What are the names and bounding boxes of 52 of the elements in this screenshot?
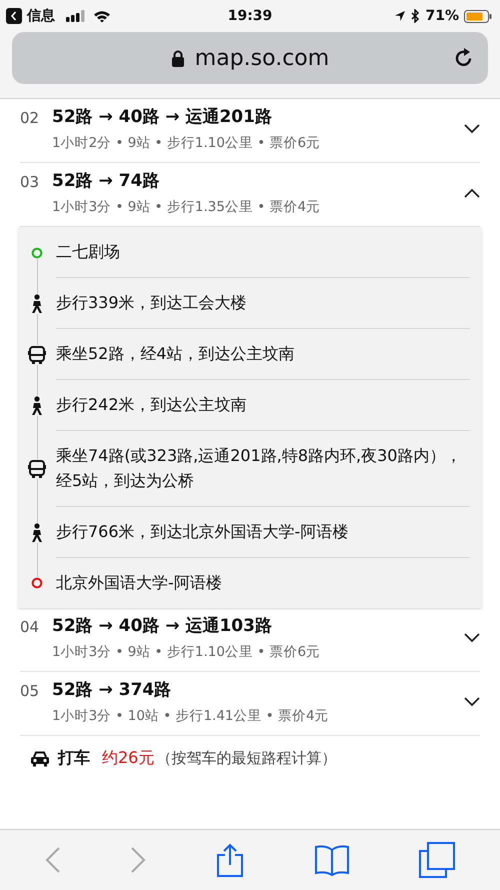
wifi-icon	[93, 10, 111, 22]
chevron-down-icon[interactable]	[464, 632, 480, 642]
route-number: 05	[20, 681, 40, 700]
step-text: 乘坐74路(或323路,运通201路,特8路内环,夜30路内），经5站，到达为公桥	[56, 446, 462, 490]
bus-icon	[27, 344, 47, 364]
address-bar[interactable]: map.so.com	[12, 32, 488, 84]
reload-icon[interactable]	[454, 47, 474, 69]
url-text: map.so.com	[194, 46, 330, 70]
taxi-note: （按驾车的最短路程计算）	[156, 749, 336, 768]
route-summary: 1小时3分 • 9站 • 步行1.35公里 • 票价4元	[52, 198, 322, 216]
end-point-icon	[31, 577, 43, 589]
battery-icon	[464, 10, 492, 22]
route-title: 52路 → 40路 → 运通103路	[52, 615, 273, 637]
step-text: 步行766米，到达北京外国语大学-阿语楼	[56, 522, 348, 541]
taxi-price: 约26元	[102, 748, 154, 769]
route-summary: 1小时2分 • 9站 • 步行1.10公里 • 票价6元	[52, 134, 322, 152]
step-text: 二七剧场	[56, 242, 120, 261]
battery-percent: 71%	[425, 8, 459, 24]
walking-person-icon	[29, 522, 45, 542]
step-text: 步行242米，到达公主坟南	[56, 395, 247, 414]
back-app-label[interactable]: 信息	[27, 7, 55, 25]
bus-icon	[27, 459, 47, 479]
clock-time: 19:39	[228, 8, 272, 24]
bluetooth-icon	[411, 9, 420, 23]
walking-person-icon	[29, 294, 45, 314]
route-number: 02	[20, 108, 40, 127]
tabs-icon[interactable]	[419, 842, 456, 878]
book-icon[interactable]	[314, 844, 350, 876]
chevron-down-icon[interactable]	[464, 124, 480, 134]
step-text: 北京外国语大学-阿语楼	[56, 573, 222, 592]
back-app-icon[interactable]	[6, 8, 22, 24]
route-item[interactable]: 02 52路 → 40路 → 运通201路 1小时2分 • 9站 • 步行1.10公里 • 票价6元	[20, 99, 480, 163]
route-summary: 1小时3分 • 10站 • 步行1.41公里 • 票价4元	[52, 707, 330, 725]
route-summary: 1小时3分 • 9站 • 步行1.10公里 • 票价6元	[52, 643, 322, 661]
car-icon	[30, 750, 50, 766]
route-title: 52路 → 74路	[52, 170, 160, 192]
taxi-label: 打车	[58, 748, 90, 769]
start-point-icon	[31, 246, 43, 258]
chevron-up-icon[interactable]	[464, 188, 480, 198]
location-arrow-icon	[394, 10, 406, 22]
route-item[interactable]: 04 52路 → 40路 → 运通103路 1小时3分 • 9站 • 步行1.10公里 • 票价6元	[20, 608, 480, 672]
step-text: 步行339米，到达工会大楼	[56, 293, 247, 312]
route-item[interactable]: 05 52路 → 374路 1小时3分 • 10站 • 步行1.41公里 • 票价4元	[20, 672, 480, 736]
chevron-down-icon[interactable]	[464, 696, 480, 706]
walking-person-icon	[29, 396, 45, 416]
route-number: 03	[20, 172, 40, 191]
route-title: 52路 → 40路 → 运通201路	[52, 106, 273, 128]
route-number: 04	[20, 617, 40, 636]
step-text: 乘坐52路，经4站，到达公主坟南	[56, 344, 295, 363]
route-title: 52路 → 374路	[52, 679, 172, 701]
share-icon[interactable]	[216, 843, 244, 877]
lock-icon	[170, 50, 185, 66]
